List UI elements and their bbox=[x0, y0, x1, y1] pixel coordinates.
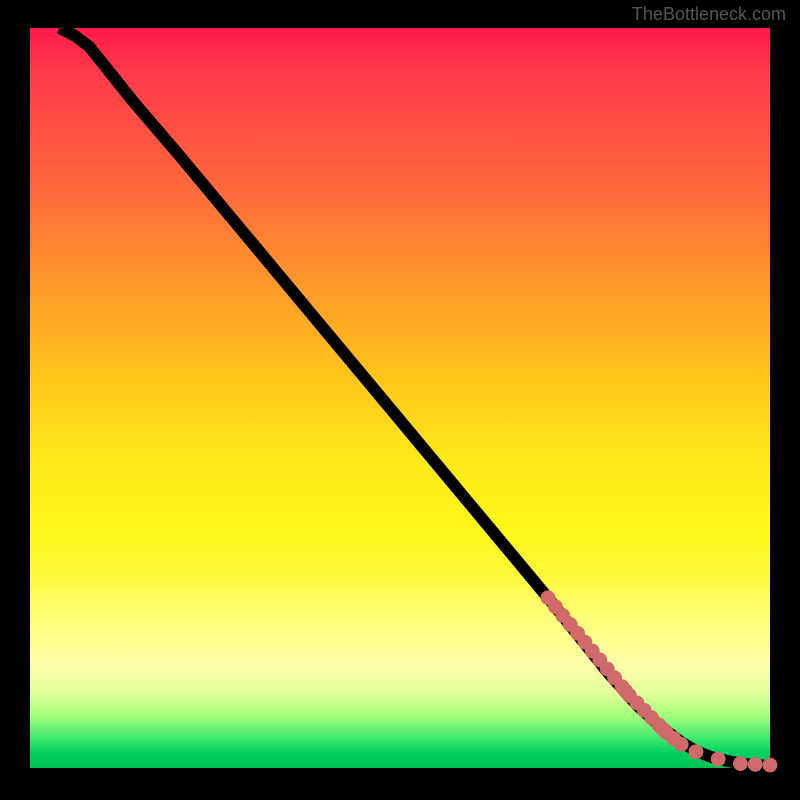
chart-marker bbox=[674, 737, 689, 752]
chart-marker bbox=[689, 744, 704, 759]
chart-marker bbox=[748, 757, 763, 772]
chart-svg bbox=[30, 28, 770, 768]
chart-plot-area bbox=[30, 28, 770, 768]
chart-marker bbox=[763, 758, 778, 773]
chart-curve bbox=[60, 28, 770, 766]
watermark-text: TheBottleneck.com bbox=[632, 4, 786, 25]
chart-marker bbox=[733, 756, 748, 771]
chart-markers bbox=[541, 590, 778, 772]
chart-marker bbox=[711, 752, 726, 767]
